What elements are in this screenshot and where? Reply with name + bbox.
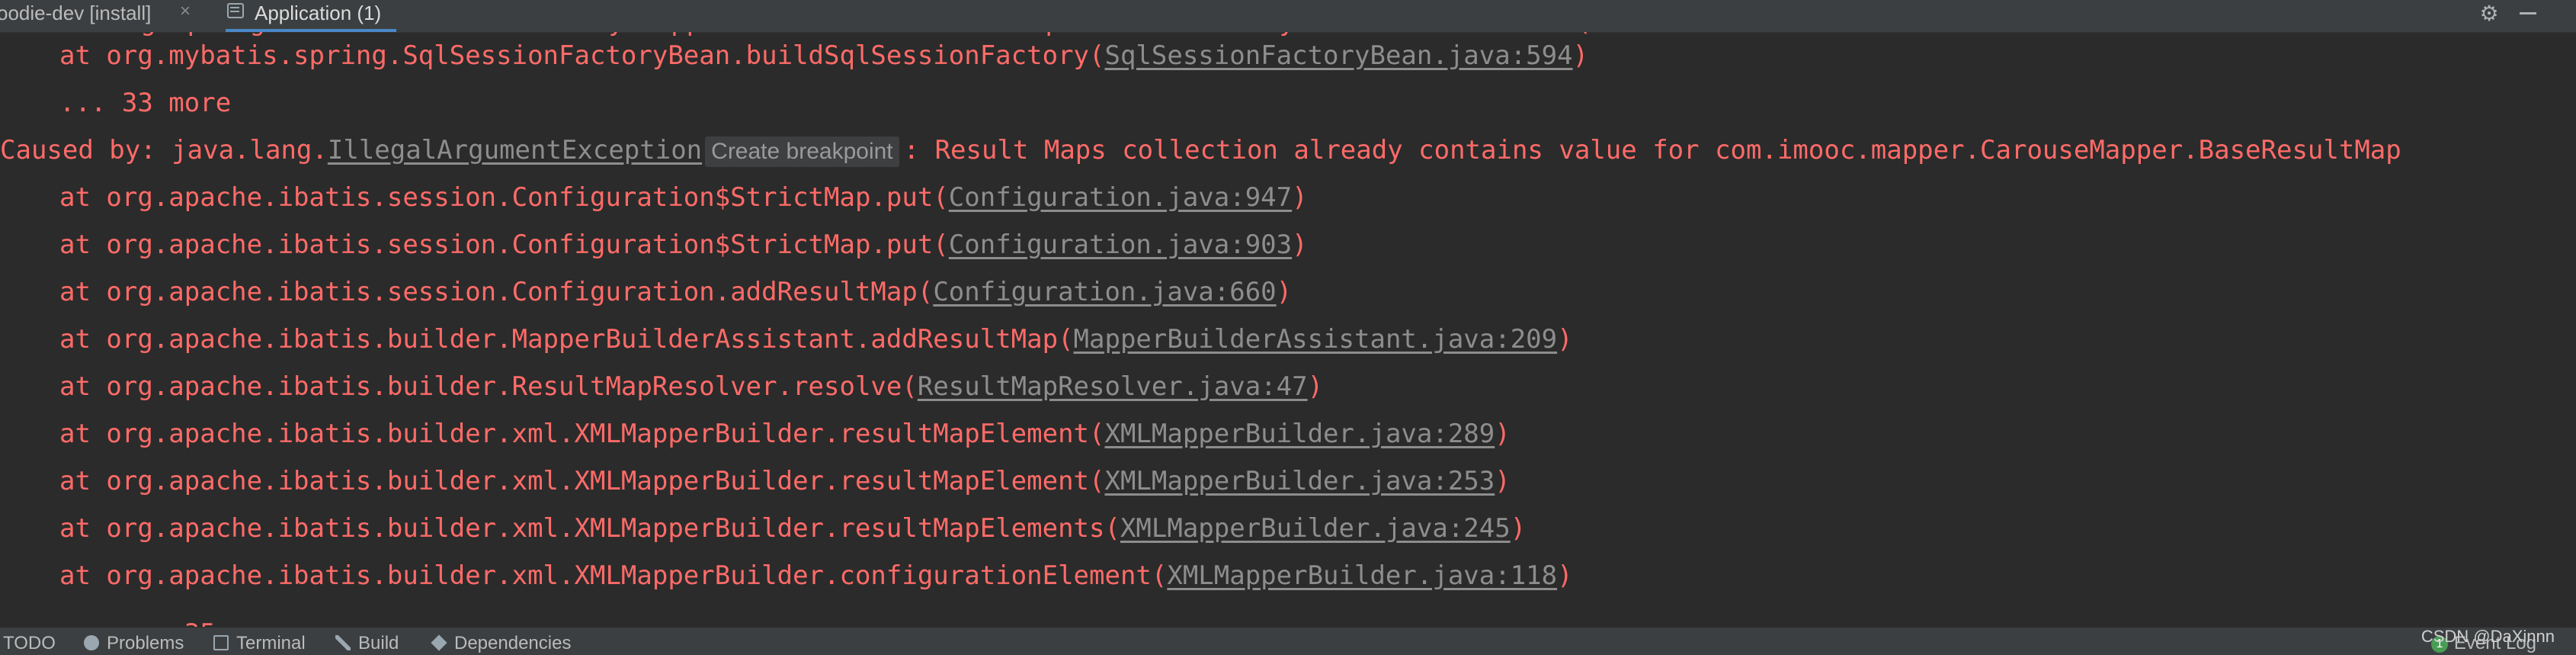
terminal-tab[interactable]: Terminal xyxy=(213,632,306,655)
terminal-icon xyxy=(213,634,229,650)
stack-frame-suffix: ) xyxy=(1307,371,1324,402)
stack-frame-suffix: ) xyxy=(1495,419,1511,449)
close-tab-icon[interactable]: × xyxy=(180,0,191,23)
stack-frame-text: at org.apache.ibatis.builder.MapperBuild… xyxy=(59,324,1074,355)
watermark: CSDN @DaXinnn xyxy=(2421,627,2555,646)
stack-frame-line: at org.apache.ibatis.builder.xml.XMLMapp… xyxy=(0,410,1511,458)
stack-frame-text: at org.mybatis.spring.SqlSessionFactoryB… xyxy=(59,40,1105,71)
more-frames-line[interactable]: ... 33 more xyxy=(0,79,231,127)
caused-by-message: : Result Maps collection already contain… xyxy=(903,135,2401,165)
console-output[interactable]: at org.springframework.beans.factory.sup… xyxy=(0,32,2576,627)
problems-icon xyxy=(84,634,99,650)
stack-frame-line: at org.apache.ibatis.session.Configurati… xyxy=(0,268,1292,316)
tool-window-bar: TODO Problems Terminal Build Dependencie… xyxy=(0,627,2576,655)
stack-frame-text: at org.apache.ibatis.builder.xml.XMLMapp… xyxy=(59,560,1168,591)
stack-frame-text: at org.apache.ibatis.builder.xml.XMLMapp… xyxy=(59,513,1120,544)
source-link[interactable]: XMLMapperBuilder.java:253 xyxy=(1104,466,1495,496)
stack-frame-suffix: ) xyxy=(1292,230,1308,260)
tab-install[interactable]: oodie-dev [install] xyxy=(0,0,151,32)
problems-tab[interactable]: Problems xyxy=(84,632,184,655)
stack-frame-line: at org.apache.ibatis.builder.xml.XMLMapp… xyxy=(0,552,1573,599)
build-label: Build xyxy=(358,633,399,653)
console-icon xyxy=(227,3,244,18)
caused-by-prefix: Caused by: java.lang. xyxy=(0,135,328,165)
source-link[interactable]: Configuration.java:660 xyxy=(933,277,1276,307)
source-link[interactable]: MapperBuilderAssistant.java:209 xyxy=(1074,324,1558,355)
minimize-icon[interactable] xyxy=(2520,2,2538,23)
source-link[interactable]: SqlSessionFactoryBean.java:594 xyxy=(1104,40,1572,71)
stack-frame-suffix: ) xyxy=(1276,277,1293,307)
stack-frame-suffix: ) xyxy=(1292,182,1308,213)
stack-frame-text: at org.apache.ibatis.builder.ResultMapRe… xyxy=(59,371,918,402)
stack-frame-suffix: ) xyxy=(1557,560,1573,591)
stack-frame-text: at org.apache.ibatis.session.Configurati… xyxy=(59,277,934,307)
source-link[interactable]: ResultMapResolver.java:47 xyxy=(918,371,1308,402)
stack-frame-text: at org.apache.ibatis.builder.xml.XMLMapp… xyxy=(59,419,1105,449)
source-link[interactable]: Configuration.java:947 xyxy=(949,182,1292,213)
terminal-label: Terminal xyxy=(236,633,306,653)
stack-frame-text: at org.apache.ibatis.session.Configurati… xyxy=(59,182,949,213)
stack-frame-line: at org.apache.ibatis.session.Configurati… xyxy=(0,221,1308,268)
dependencies-label: Dependencies xyxy=(454,633,572,653)
build-icon xyxy=(335,634,351,650)
dependencies-icon xyxy=(431,634,447,651)
tab-application-label: Application (1) xyxy=(255,2,382,24)
caused-by-line: Caused by: java.lang.IllegalArgumentExce… xyxy=(0,127,2401,174)
source-link[interactable]: Configuration.java:903 xyxy=(949,230,1292,260)
stack-frame-line: at org.apache.ibatis.builder.MapperBuild… xyxy=(0,316,1573,363)
gear-icon[interactable]: ⚙ xyxy=(2478,3,2500,24)
stack-frame-suffix: ) xyxy=(1495,466,1511,496)
create-breakpoint-button[interactable]: Create breakpoint xyxy=(705,136,899,167)
more-frames-line[interactable]: ... 35 more xyxy=(0,610,293,627)
todo-label: TODO xyxy=(3,633,56,653)
source-link[interactable]: XMLMapperBuilder.java:118 xyxy=(1167,560,1557,591)
todo-tab[interactable]: TODO xyxy=(3,632,56,655)
stack-frame-suffix: ) xyxy=(1572,40,1589,71)
build-tab[interactable]: Build xyxy=(335,632,399,655)
problems-label: Problems xyxy=(107,633,184,653)
stack-frame-line: at org.mybatis.spring.SqlSessionFactoryB… xyxy=(0,32,1588,79)
stack-frame-suffix: ) xyxy=(1557,324,1573,355)
stack-frame-text: at org.apache.ibatis.session.Configurati… xyxy=(59,230,949,260)
tab-application[interactable]: Application (1) xyxy=(226,0,397,32)
exception-link[interactable]: IllegalArgumentException xyxy=(328,135,702,165)
stack-frame-text: at org.apache.ibatis.builder.xml.XMLMapp… xyxy=(59,466,1105,496)
stack-frame-line: at org.apache.ibatis.builder.xml.XMLMapp… xyxy=(0,505,1526,552)
stack-frame-line: at org.apache.ibatis.session.Configurati… xyxy=(0,174,1308,221)
source-link[interactable]: XMLMapperBuilder.java:245 xyxy=(1120,513,1511,544)
stack-frame-line: at org.apache.ibatis.builder.ResultMapRe… xyxy=(0,363,1323,410)
stack-frame-line: at org.apache.ibatis.builder.xml.XMLMapp… xyxy=(0,458,1511,505)
tool-window-tab-bar: oodie-dev [install] × Application (1) ⚙ xyxy=(0,0,2576,33)
source-link[interactable]: XMLMapperBuilder.java:289 xyxy=(1104,419,1495,449)
stack-frame-suffix: ) xyxy=(1510,513,1527,544)
dependencies-tab[interactable]: Dependencies xyxy=(431,632,571,655)
